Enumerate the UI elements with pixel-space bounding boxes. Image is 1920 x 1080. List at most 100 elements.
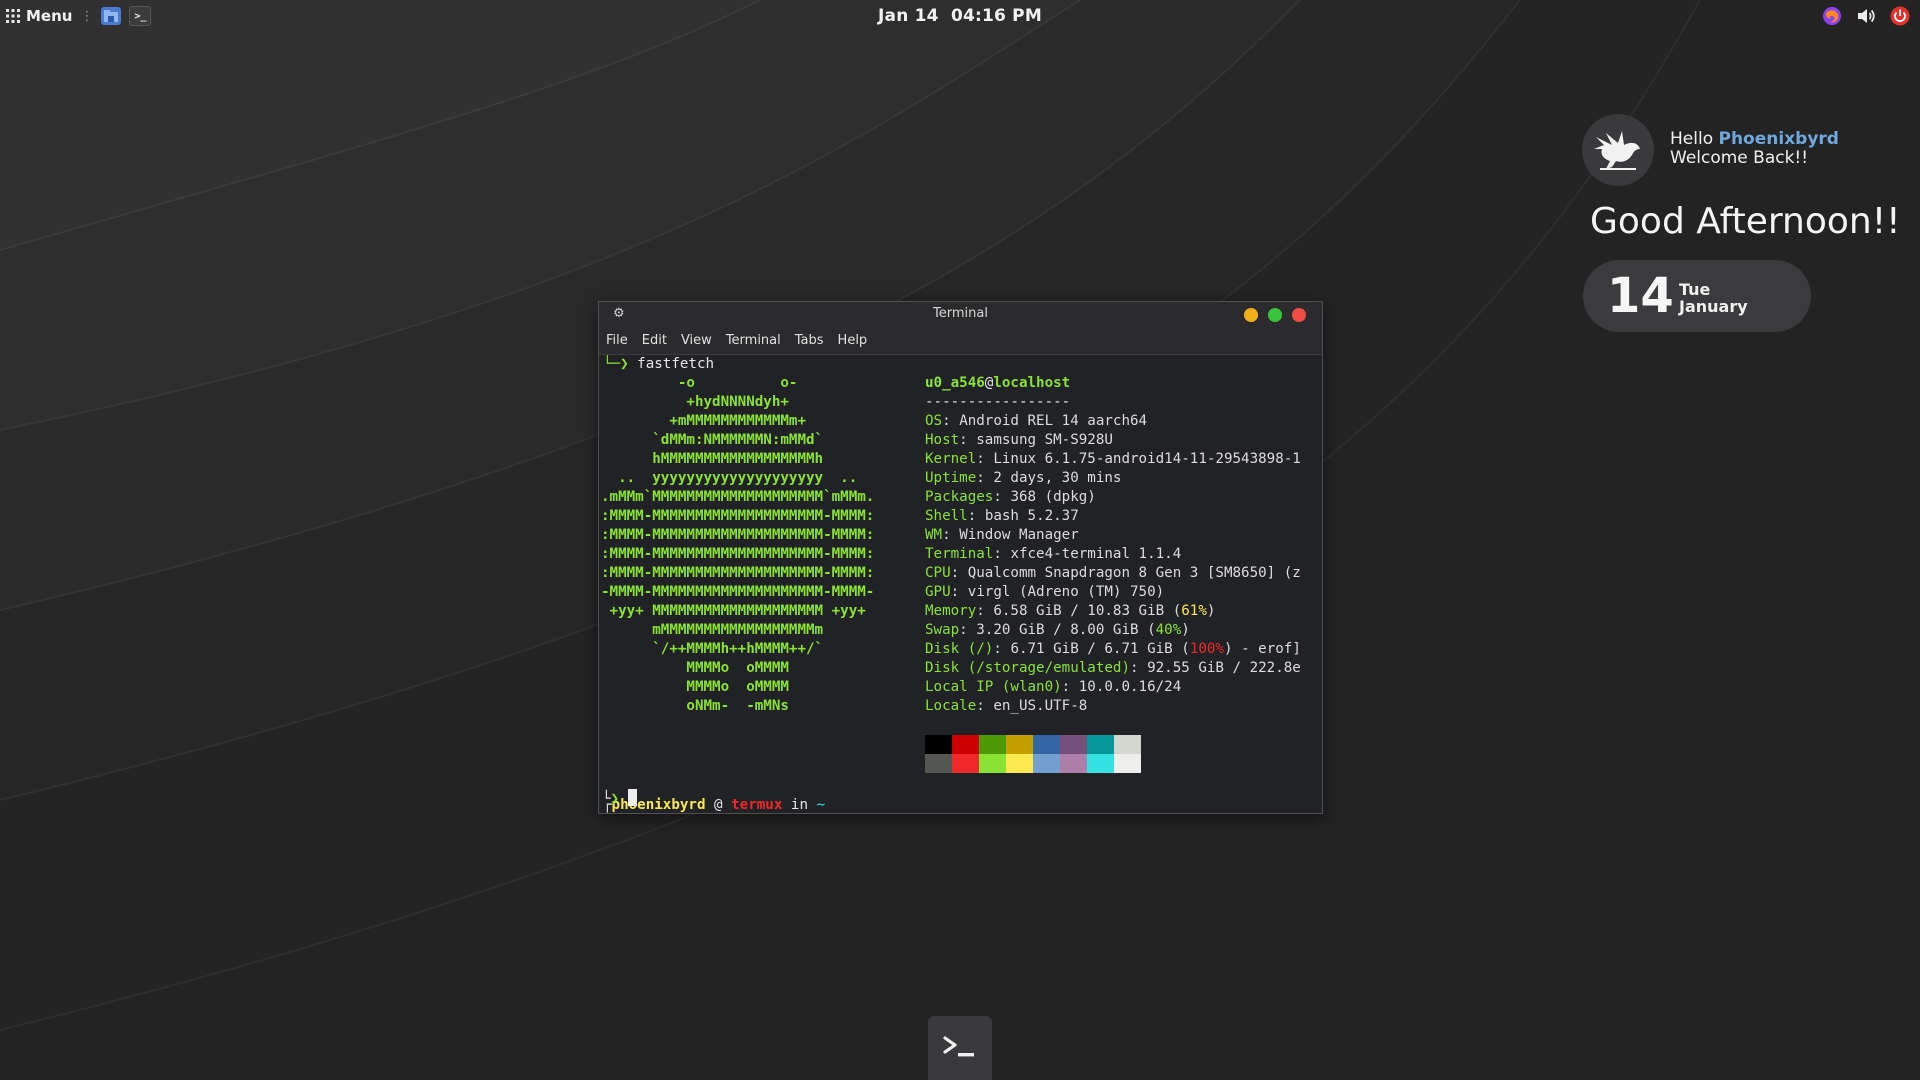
prompt-in: in	[782, 797, 817, 813]
color-swatch	[952, 735, 979, 754]
info-label: WM	[925, 527, 943, 543]
color-swatch	[952, 754, 979, 773]
dock-terminal-button[interactable]	[928, 1016, 992, 1080]
power-icon	[1890, 6, 1910, 26]
top-panel: Menu ⋮ >_ Jan 14 04:16 PM	[0, 0, 1920, 32]
info-label: OS	[925, 413, 943, 429]
power-button[interactable]	[1890, 6, 1910, 26]
info-value: virgl (Adreno (TM) 750)	[967, 584, 1165, 600]
command-text: fastfetch	[637, 356, 715, 372]
logo-line: mMMMMMMMMMMMMMMMMMMm	[601, 622, 824, 638]
info-label: Disk (/storage/emulated)	[925, 660, 1130, 676]
clock-label[interactable]: Jan 14 04:16 PM	[878, 6, 1042, 26]
info-gpu: GPU: virgl (Adreno (TM) 750)	[925, 584, 1165, 600]
logo-line: .. yyyyyyyyyyyyyyyyyyyy ..	[601, 470, 858, 486]
firefox-icon	[1823, 7, 1841, 25]
menu-help[interactable]: Help	[831, 333, 875, 348]
logo-line: :MMMM-MMMMMMMMMMMMMMMMMMMM-MMMM:	[601, 565, 875, 581]
logo-line: oNMm- -mMNs	[601, 698, 789, 714]
menu-edit[interactable]: Edit	[635, 333, 674, 348]
terminal-launcher[interactable]: >_	[129, 6, 152, 26]
logo-line: +mMMMMMMMMMMMMm+	[601, 413, 806, 429]
volume-button[interactable]	[1856, 6, 1876, 26]
command-line: └─❯ fastfetch	[603, 355, 714, 374]
info-separator: -----------------	[925, 394, 1071, 410]
app-menu-button[interactable]: Menu	[6, 7, 72, 25]
terminal-icon: >_	[134, 10, 147, 22]
color-swatch	[1114, 754, 1141, 773]
greeting-welcome: Welcome Back!!	[1670, 148, 1809, 168]
logo-line: :MMMM-MMMMMMMMMMMMMMMMMMMM-MMMM:	[601, 527, 875, 543]
logo-line: `/++MMMMh++hMMMM++/`	[601, 641, 824, 657]
logo-line: MMMMo oMMMM	[601, 679, 789, 695]
firefox-tray-button[interactable]	[1822, 6, 1842, 26]
terminal-menubar: File Edit View Terminal Tabs Help	[599, 327, 1322, 355]
prompt-arrow-prefix: └	[602, 791, 611, 807]
prompt-at: @	[705, 797, 732, 813]
window-titlebar[interactable]: ⚙ Terminal	[599, 302, 1322, 327]
menu-tabs[interactable]: Tabs	[788, 333, 831, 348]
system-tray	[1822, 0, 1910, 32]
info-locale: Locale: en_US.UTF-8	[925, 698, 1088, 714]
color-swatch	[1006, 735, 1033, 754]
logo-line: .mMMm`MMMMMMMMMMMMMMMMMMMM`mMMm.	[601, 489, 875, 505]
info-cpu: CPU: Qualcomm Snapdragon 8 Gen 3 [SM8650…	[925, 565, 1301, 581]
info-value: 2 days, 30 mins	[993, 470, 1122, 486]
info-title: u0_a546@localhost	[925, 374, 1070, 393]
minimize-button[interactable]	[1244, 308, 1258, 322]
info-label: Memory	[925, 603, 977, 619]
info-packages: Packages: 368 (dpkg)	[925, 489, 1096, 505]
maximize-button[interactable]	[1268, 308, 1282, 322]
color-swatch	[1087, 735, 1114, 754]
color-palette-bottom	[925, 754, 1141, 773]
info-value: Linux 6.1.75-android14-11-29543898-1	[993, 451, 1301, 467]
color-swatch	[979, 735, 1006, 754]
info-value: samsung SM-S928U	[976, 432, 1113, 448]
logo-line: MMMMo oMMMM	[601, 660, 789, 676]
info-label: GPU	[925, 584, 951, 600]
menu-terminal[interactable]: Terminal	[719, 333, 788, 348]
info-local-ip: Local IP (wlan0): 10.0.0.16/24	[925, 679, 1182, 695]
swap-percent: 40%	[1155, 622, 1182, 638]
window-title: Terminal	[933, 306, 988, 321]
info-value: Qualcomm Snapdragon 8 Gen 3 [SM8650] (z	[967, 565, 1301, 581]
prompt-host: termux	[731, 797, 783, 813]
color-swatch	[1060, 754, 1087, 773]
info-label: Locale	[925, 698, 977, 714]
menu-file[interactable]: File	[599, 333, 635, 348]
greeting-message: Good Afternoon!!	[1590, 201, 1901, 242]
logo-line: `dMMm:NMMMMMMN:mMMd`	[601, 432, 824, 448]
info-value: bash 5.2.37	[984, 508, 1079, 524]
info-host-row: Host: samsung SM-S928U	[925, 432, 1113, 448]
info-value: 10.0.0.16/24	[1078, 679, 1182, 695]
color-swatch	[979, 754, 1006, 773]
info-value-end: )	[1206, 603, 1216, 619]
terminal-icon	[943, 1036, 974, 1057]
info-kernel: Kernel: Linux 6.1.75-android14-11-295438…	[925, 451, 1301, 467]
info-swap: Swap: 3.20 GiB / 8.00 GiB (40%)	[925, 622, 1190, 638]
info-terminal: Terminal: xfce4-terminal 1.1.4	[925, 546, 1182, 562]
logo-line: :MMMM-MMMMMMMMMMMMMMMMMMMM-MMMM:	[601, 546, 875, 562]
logo-line: -o o-	[601, 375, 798, 391]
info-value: xfce4-terminal 1.1.4	[1010, 546, 1182, 562]
terminal-window[interactable]: ⚙ Terminal File Edit View Terminal Tabs …	[598, 301, 1323, 814]
info-memory: Memory: 6.58 GiB / 10.83 GiB (61%)	[925, 603, 1216, 619]
color-swatch	[1060, 735, 1087, 754]
info-value: Window Manager	[959, 527, 1079, 543]
greeting-username: Phoenixbyrd	[1718, 129, 1839, 149]
info-os: OS: Android REL 14 aarch64	[925, 413, 1148, 429]
logo-line: :MMMM-MMMMMMMMMMMMMMMMMMMM-MMMM:	[601, 508, 875, 524]
color-swatch	[1033, 754, 1060, 773]
menu-view[interactable]: View	[674, 333, 719, 348]
terminal-output[interactable]: └─❯ fastfetch -o o- +hydNNNNdyh+ +mMMMMM…	[599, 355, 1322, 813]
file-manager-launcher[interactable]	[101, 7, 122, 25]
close-button[interactable]	[1292, 308, 1306, 322]
avatar	[1582, 114, 1654, 186]
input-line[interactable]: └❯	[602, 789, 637, 809]
info-label: Local IP (wlan0)	[925, 679, 1062, 695]
color-swatch	[925, 754, 952, 773]
phoenix-avatar-icon	[1594, 131, 1640, 170]
logo-line: -MMMM-MMMMMMMMMMMMMMMMMMMM-MMMM-	[601, 584, 875, 600]
info-value-end: )	[1181, 622, 1190, 638]
disk-percent: 100%	[1189, 641, 1224, 657]
